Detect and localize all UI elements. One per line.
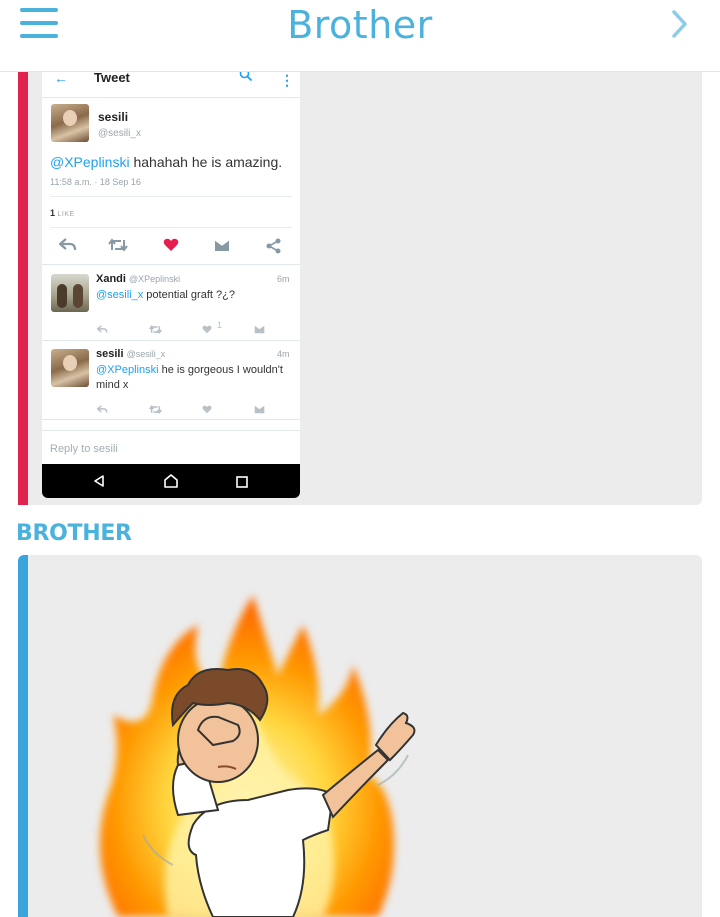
search-icon (239, 72, 253, 87)
tweet-author-handle: @sesili_x (98, 128, 141, 139)
tweet-author-name: sesili (98, 110, 129, 124)
reply-placeholder: Reply to sesili (50, 443, 118, 455)
reply-text: @XPeplinski he is gorgeous I wouldn't min… (96, 363, 296, 393)
heart-icon (163, 238, 179, 257)
avatar (51, 274, 89, 312)
more-vertical-icon: ⋮ (280, 72, 294, 88)
reply-icon (96, 321, 108, 339)
tweet-text: @XPeplinski hahahah he is amazing. (50, 154, 282, 170)
tweet-screenshot-image[interactable]: ← Tweet ⋮ sesili @sesili_x @XPeplinski h… (42, 72, 300, 498)
tweet-top-bar: ← Tweet ⋮ (42, 72, 300, 98)
reply-mention: @sesili_x (96, 289, 144, 301)
tweet-timestamp: 11:58 a.m. · 18 Sep 16 (50, 177, 141, 187)
app-header: Brother (0, 0, 720, 72)
message-bubble-screenshot[interactable]: ← Tweet ⋮ sesili @sesili_x @XPeplinski h… (18, 72, 702, 505)
chevron-right-icon[interactable] (670, 6, 690, 42)
reply-text-body: potential graft ?¿? (143, 289, 235, 301)
reply-author-name: sesili (96, 348, 124, 360)
sender-color-bar (18, 555, 28, 917)
conversation-title: Brother (287, 3, 433, 47)
reply-author: sesili @sesili_x (96, 348, 165, 360)
divider (42, 340, 300, 341)
back-triangle-icon (92, 474, 106, 493)
message-icon (254, 401, 265, 419)
divider (42, 264, 300, 265)
reply-text: @sesili_x potential graft ?¿? (96, 288, 235, 303)
reply-like-count: 1 (217, 320, 223, 330)
reply-author-handle: @XPeplinski (129, 274, 181, 284)
retweet-icon (149, 401, 162, 419)
avatar (51, 104, 89, 142)
tweet-mention: @XPeplinski (50, 154, 130, 170)
home-icon (163, 473, 179, 494)
tweet-text-body: hahahah he is amazing. (129, 154, 283, 170)
sender-color-bar (18, 72, 28, 505)
arrow-left-icon: ← (54, 72, 68, 86)
retweet-icon (108, 238, 128, 257)
tweet-reply-field: Reply to sesili (42, 430, 300, 464)
bitmoji-dab-fire-image[interactable] (78, 585, 418, 917)
sender-name: BROTHER (16, 521, 132, 546)
tweet-top-bar-title: Tweet (94, 72, 130, 85)
like-count-value: 1 (50, 208, 56, 218)
reply-author: Xandi @XPeplinski (96, 273, 180, 285)
reply-time: 6m (277, 274, 290, 284)
divider (50, 196, 292, 197)
reply-time: 4m (277, 349, 290, 359)
heart-icon (202, 401, 212, 419)
chat-screen: Brother ← Tweet ⋮ sesili @sesili_x @XPep… (0, 0, 720, 917)
reply-text-line2: mind x (96, 379, 129, 391)
like-count-label: LIKE (57, 211, 75, 218)
retweet-icon (149, 321, 162, 339)
heart-icon (202, 321, 212, 339)
share-icon (266, 238, 282, 259)
android-nav-bar (42, 464, 300, 498)
reply-author-handle: @sesili_x (126, 349, 166, 359)
divider (42, 419, 300, 420)
message-bubble-image[interactable] (18, 555, 702, 917)
avatar (51, 349, 89, 387)
reply-author-name: Xandi (96, 273, 126, 285)
recents-square-icon (236, 475, 248, 493)
reply-icon (96, 401, 108, 419)
reply-mention: @XPeplinski (96, 364, 159, 376)
tweet-like-count: 1 LIKE (50, 208, 75, 218)
reply-text-line1: he is gorgeous I wouldn't (158, 364, 283, 376)
divider (50, 227, 292, 228)
message-icon (254, 321, 265, 339)
reply-icon (58, 238, 77, 257)
message-icon (214, 239, 230, 257)
